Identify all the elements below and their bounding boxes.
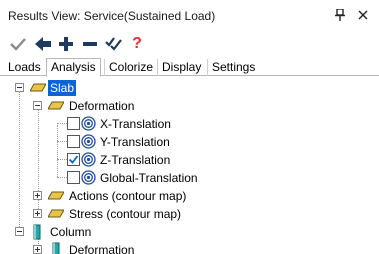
tab-display[interactable]: Display	[157, 59, 205, 76]
result-target-icon	[81, 134, 96, 149]
tree-item-y-translation[interactable]: Y-Translation	[0, 133, 379, 151]
column-icon	[33, 224, 41, 240]
column-icon	[52, 242, 60, 254]
help-icon[interactable]: ?	[127, 34, 147, 54]
tree-node-actions[interactable]: Actions (contour map)	[0, 187, 379, 205]
tree-node-column-deformation[interactable]: Deformation	[0, 241, 379, 254]
result-target-icon	[81, 170, 96, 185]
tree-label-x-translation: X-Translation	[100, 117, 171, 131]
tree-item-global-translation[interactable]: Global-Translation	[0, 169, 379, 187]
tree-label-z-translation: Z-Translation	[100, 153, 171, 167]
tree-node-deformation[interactable]: Deformation	[0, 97, 379, 115]
apply-check-icon[interactable]	[8, 34, 28, 54]
tab-strip: Loads Analysis Colorize Display Settings	[0, 58, 379, 77]
checkbox[interactable]	[67, 117, 80, 130]
results-tree: Slab Deformation X-Translation Y-Transla…	[0, 77, 379, 254]
checkbox[interactable]	[67, 171, 80, 184]
add-plus-icon[interactable]	[56, 34, 76, 54]
tree-label-column-deformation: Deformation	[69, 243, 135, 254]
tab-loads[interactable]: Loads	[4, 59, 45, 76]
tree-label-global-translation: Global-Translation	[100, 171, 198, 185]
collapse-toggle[interactable]	[33, 101, 42, 110]
window-title: Results View: Service(Sustained Load)	[8, 9, 216, 23]
multi-check-icon[interactable]	[104, 34, 124, 54]
expand-toggle[interactable]	[33, 191, 42, 200]
tree-node-slab[interactable]: Slab	[0, 79, 379, 97]
tab-colorize[interactable]: Colorize	[104, 59, 157, 76]
expand-toggle[interactable]	[33, 245, 42, 254]
checkbox-checked[interactable]	[67, 153, 80, 166]
result-target-icon	[81, 152, 96, 167]
tree-label-slab: Slab	[48, 80, 77, 96]
checkbox[interactable]	[67, 135, 80, 148]
tree-label-stress: Stress (contour map)	[69, 207, 182, 221]
title-bar: Results View: Service(Sustained Load)	[0, 0, 379, 31]
toolbar: ?	[0, 31, 379, 58]
tree-label-deformation: Deformation	[69, 99, 135, 113]
check-mark-icon	[68, 155, 79, 164]
slab-icon	[48, 191, 64, 200]
result-target-icon	[81, 116, 96, 131]
tree-item-x-translation[interactable]: X-Translation	[0, 115, 379, 133]
tree-item-z-translation[interactable]: Z-Translation	[0, 151, 379, 169]
tree-node-column[interactable]: Column	[0, 223, 379, 241]
expand-toggle[interactable]	[33, 209, 42, 218]
slab-icon	[30, 83, 46, 92]
tree-label-column: Column	[50, 225, 92, 239]
collapse-toggle[interactable]	[15, 227, 24, 236]
pin-icon[interactable]	[332, 7, 348, 23]
back-arrow-icon[interactable]	[33, 34, 53, 54]
tree-label-actions: Actions (contour map)	[69, 189, 187, 203]
tab-analysis[interactable]: Analysis	[46, 58, 101, 77]
slab-icon	[48, 101, 64, 110]
tree-label-y-translation: Y-Translation	[100, 135, 170, 149]
collapse-toggle[interactable]	[15, 83, 24, 92]
close-icon[interactable]	[355, 7, 371, 23]
remove-minus-icon[interactable]	[80, 34, 100, 54]
tree-node-stress[interactable]: Stress (contour map)	[0, 205, 379, 223]
tab-settings[interactable]: Settings	[207, 59, 259, 76]
slab-icon	[48, 209, 64, 218]
